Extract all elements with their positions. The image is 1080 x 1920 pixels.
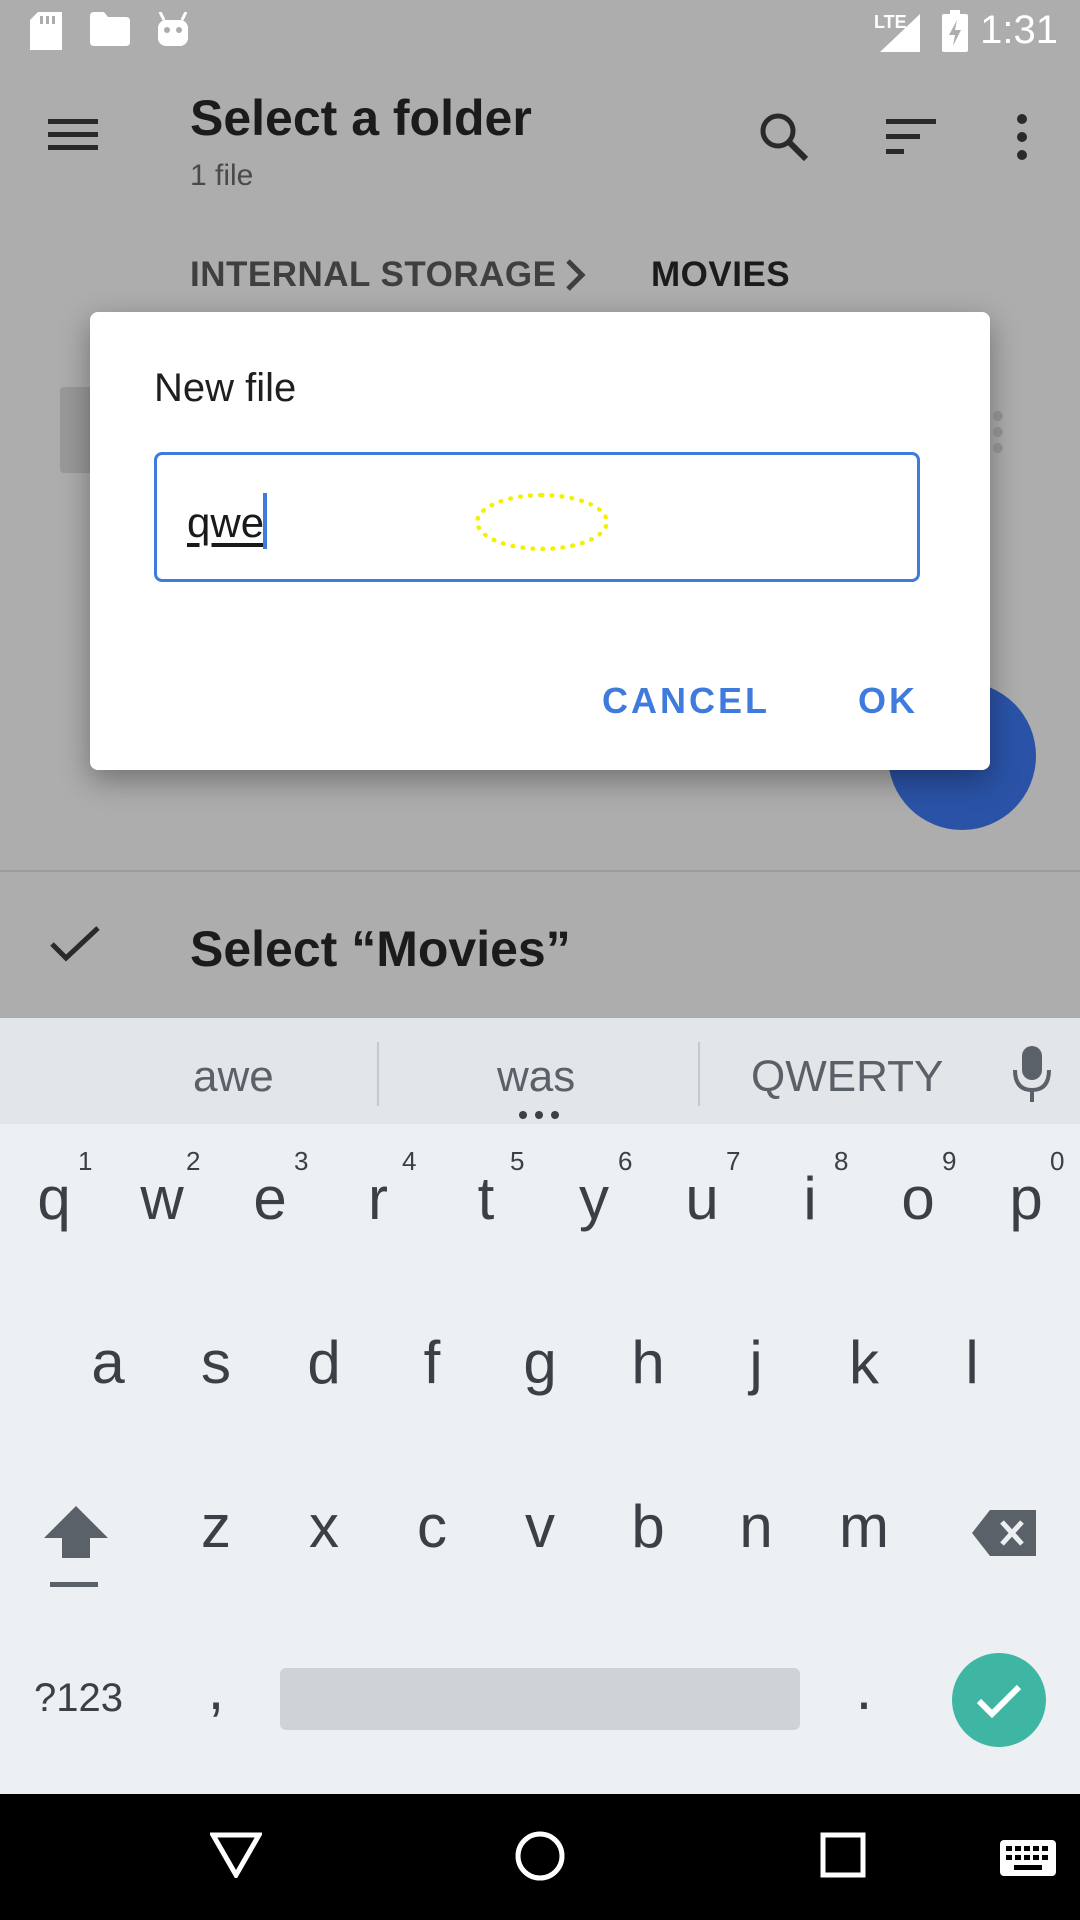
- key-l[interactable]: l: [932, 1328, 1012, 1397]
- check-icon: [976, 1684, 1022, 1719]
- key-k[interactable]: k: [824, 1328, 904, 1397]
- key-a[interactable]: a: [68, 1328, 148, 1397]
- more-vert-icon[interactable]: [1012, 111, 1032, 163]
- list-item-more-icon: [993, 411, 1003, 453]
- key-g[interactable]: g: [500, 1328, 580, 1397]
- search-icon[interactable]: [758, 111, 810, 163]
- breadcrumb-internal-storage[interactable]: INTERNAL STORAGE: [190, 255, 556, 295]
- suggestion-1[interactable]: awe: [193, 1052, 274, 1102]
- key-u[interactable]: u: [662, 1164, 742, 1233]
- suggestion-strip: awe was QWERTY: [0, 1018, 1080, 1124]
- suggestion-divider: [377, 1042, 379, 1106]
- key-z[interactable]: z: [176, 1492, 256, 1561]
- keyboard-icon[interactable]: [1000, 1840, 1056, 1876]
- signal-icon: [880, 14, 920, 52]
- cancel-button[interactable]: CANCEL: [602, 680, 770, 722]
- shift-icon[interactable]: [44, 1506, 108, 1590]
- key-i[interactable]: i: [770, 1164, 850, 1233]
- key-w[interactable]: w: [122, 1164, 202, 1233]
- battery-charging-icon: [942, 10, 968, 52]
- new-file-dialog: New file qwe CANCEL OK: [90, 312, 990, 770]
- key-x[interactable]: x: [284, 1492, 364, 1561]
- page-subtitle: 1 file: [190, 159, 254, 192]
- folder-icon: [90, 12, 130, 46]
- recents-icon[interactable]: [820, 1832, 866, 1878]
- key-q[interactable]: q: [14, 1164, 94, 1233]
- text-cursor: [263, 493, 267, 549]
- suggestion-3[interactable]: QWERTY: [751, 1052, 943, 1102]
- select-folder-label: Select “Movies”: [190, 921, 571, 977]
- dialog-title: New file: [154, 366, 297, 410]
- key-t[interactable]: t: [446, 1164, 526, 1233]
- key-period[interactable]: .: [824, 1654, 904, 1723]
- key-comma[interactable]: ,: [176, 1654, 256, 1723]
- file-name-input[interactable]: qwe: [154, 452, 920, 582]
- check-icon: [50, 926, 100, 962]
- back-icon[interactable]: [210, 1832, 262, 1878]
- space-key[interactable]: [280, 1668, 800, 1730]
- key-m[interactable]: m: [824, 1492, 904, 1561]
- status-bar: LTE 1:31: [0, 0, 1080, 63]
- soft-keyboard: awe was QWERTY 1 2 3 4 5 6 7 8 9 0 q w e…: [0, 1018, 1080, 1794]
- key-h[interactable]: h: [608, 1328, 688, 1397]
- key-y[interactable]: y: [554, 1164, 634, 1233]
- chevron-right-icon: [566, 259, 586, 291]
- key-p[interactable]: p: [986, 1164, 1066, 1233]
- more-suggestions-icon: [519, 1111, 559, 1119]
- ok-button[interactable]: OK: [858, 680, 918, 722]
- select-folder-bar[interactable]: Select “Movies”: [0, 870, 1080, 1020]
- backspace-icon[interactable]: [972, 1510, 1036, 1556]
- home-icon[interactable]: [514, 1830, 566, 1882]
- key-n[interactable]: n: [716, 1492, 796, 1561]
- navigation-bar: [0, 1794, 1080, 1920]
- breadcrumb-movies[interactable]: MOVIES: [651, 255, 790, 295]
- clock: 1:31: [980, 8, 1058, 52]
- key-j[interactable]: j: [716, 1328, 796, 1397]
- key-f[interactable]: f: [392, 1328, 472, 1397]
- touch-indicator: [475, 493, 609, 551]
- key-e[interactable]: e: [230, 1164, 310, 1233]
- symbols-key[interactable]: ?123: [34, 1676, 123, 1721]
- breadcrumb: INTERNAL STORAGE MOVIES: [0, 245, 1080, 305]
- suggestion-2[interactable]: was: [497, 1052, 575, 1102]
- android-icon: [158, 12, 188, 46]
- sort-icon[interactable]: [886, 117, 938, 157]
- page-title: Select a folder: [190, 90, 532, 146]
- suggestion-divider: [698, 1042, 700, 1106]
- key-c[interactable]: c: [392, 1492, 472, 1561]
- key-d[interactable]: d: [284, 1328, 364, 1397]
- file-name-value: qwe: [187, 499, 265, 546]
- enter-key[interactable]: [952, 1653, 1046, 1747]
- sd-card-icon: [30, 12, 62, 50]
- microphone-icon[interactable]: [1012, 1046, 1052, 1104]
- key-r[interactable]: r: [338, 1164, 418, 1233]
- key-o[interactable]: o: [878, 1164, 958, 1233]
- app-toolbar: Select a folder 1 file: [0, 63, 1080, 213]
- key-v[interactable]: v: [500, 1492, 580, 1561]
- key-s[interactable]: s: [176, 1328, 256, 1397]
- menu-icon[interactable]: [48, 115, 98, 155]
- key-b[interactable]: b: [608, 1492, 688, 1561]
